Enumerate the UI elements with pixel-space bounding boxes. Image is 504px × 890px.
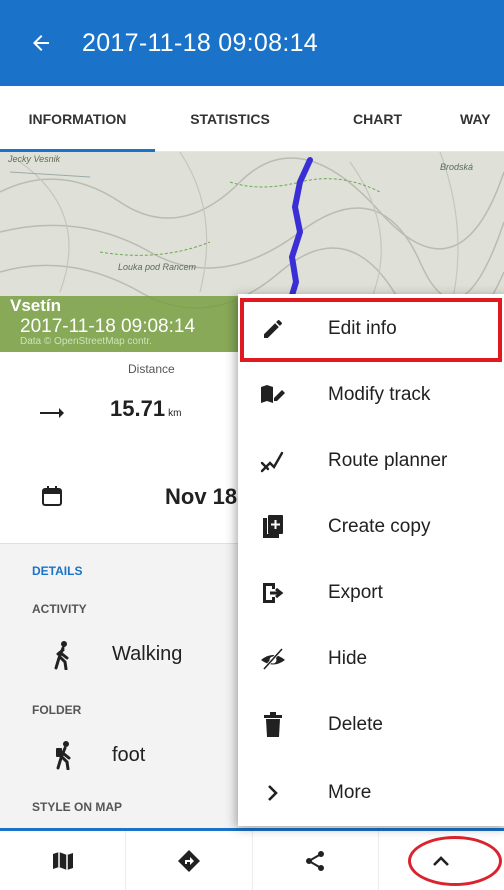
map-time-label: 2017-11-18 09:08:14 (20, 316, 196, 337)
menu-item-more[interactable]: More (238, 760, 504, 826)
tab-bar: INFORMATION STATISTICS CHART WAY (0, 86, 504, 153)
map-label: Jecky Vesnik (8, 154, 61, 164)
back-button[interactable] (0, 0, 82, 86)
menu-item-hide[interactable]: Hide (238, 626, 504, 692)
activity-value[interactable]: Walking (112, 643, 182, 666)
distance-label: Distance (128, 362, 175, 376)
style-label: STYLE ON MAP (32, 800, 123, 814)
folder-value[interactable]: foot (112, 744, 145, 767)
menu-item-label: Export (328, 582, 383, 603)
tab-information[interactable]: INFORMATION (0, 86, 155, 153)
export-icon (260, 580, 286, 606)
map-city-label: Vsetín (10, 296, 62, 315)
menu-item-export[interactable]: Export (238, 560, 504, 626)
map-button[interactable] (0, 831, 127, 890)
calendar-icon (40, 484, 64, 513)
trash-icon (260, 712, 286, 738)
details-section-title: DETAILS (32, 564, 83, 578)
eye-off-icon (260, 646, 286, 672)
menu-item-label: Delete (328, 714, 383, 735)
pencil-icon (260, 316, 286, 342)
menu-item-edit-info[interactable]: Edit info (238, 296, 504, 362)
distance-icon-wrap (40, 398, 64, 428)
navigate-button[interactable] (126, 831, 253, 890)
share-icon (306, 850, 325, 871)
hiker-icon[interactable] (52, 740, 76, 775)
tab-waypoints[interactable]: WAY (450, 86, 504, 152)
folder-label: FOLDER (32, 703, 82, 717)
more-actions-button[interactable] (379, 831, 504, 890)
menu-item-label: Route planner (328, 450, 448, 471)
activity-label: ACTIVITY (32, 602, 87, 616)
menu-item-label: Create copy (328, 516, 431, 537)
menu-item-route-planner[interactable]: Route planner (238, 428, 504, 494)
app-bar: 2017-11-18 09:08:14 (0, 0, 504, 86)
track-title: 2017-11-18 09:08:14 (82, 28, 318, 57)
menu-item-label: Hide (328, 648, 368, 669)
map-label: Louka pod Rancem (118, 262, 197, 272)
navigate-icon (177, 849, 200, 872)
tab-chart[interactable]: CHART (305, 86, 450, 152)
menu-item-label: Modify track (328, 384, 431, 405)
arrow-back-icon (33, 35, 49, 51)
copy-icon (260, 514, 286, 540)
share-button[interactable] (253, 831, 379, 890)
actions-menu: Edit info Modify track Route planner Cre… (238, 294, 504, 826)
chevron-up-icon (433, 855, 450, 866)
menu-item-label: Edit info (328, 318, 397, 339)
distance-value: 15.71 km (110, 396, 182, 421)
arrow-right-icon (40, 408, 64, 418)
menu-item-modify-track[interactable]: Modify track (238, 362, 504, 428)
menu-item-label: More (328, 782, 372, 803)
date-value: Nov 18 (165, 484, 238, 509)
route-planner-icon (260, 448, 286, 474)
map-icon (52, 851, 73, 870)
walking-icon[interactable] (52, 640, 74, 675)
bottom-toolbar (0, 828, 504, 890)
menu-item-delete[interactable]: Delete (238, 692, 504, 758)
map-edit-icon (260, 382, 286, 408)
tab-statistics[interactable]: STATISTICS (155, 86, 305, 152)
map-attribution: Data © OpenStreetMap contr. (20, 336, 152, 347)
chevron-right-icon (260, 780, 286, 806)
menu-item-create-copy[interactable]: Create copy (238, 494, 504, 560)
map-label: Brodská (440, 162, 474, 172)
